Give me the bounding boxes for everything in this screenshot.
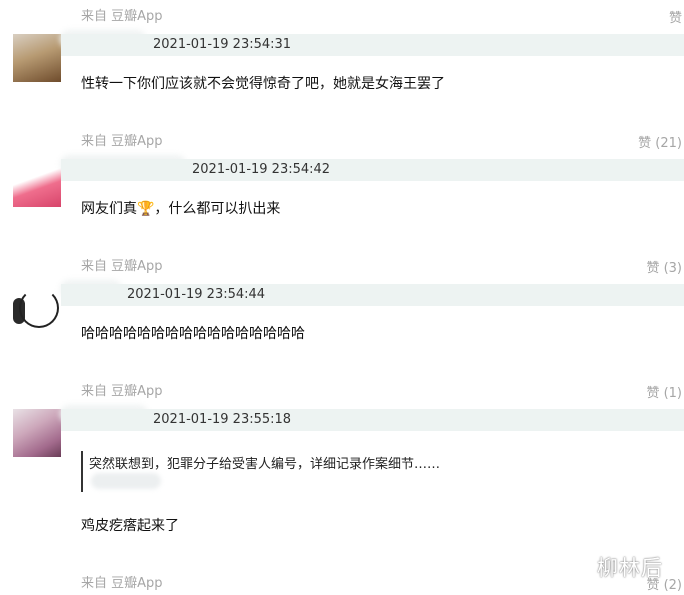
comment-timestamp: 2021-01-19 23:54:44	[127, 287, 266, 302]
quoted-comment: 突然联想到，犯罪分子给受害人编号，详细记录作案细节……	[81, 451, 441, 492]
quoted-text: 突然联想到，犯罪分子给受害人编号，详细记录作案细节……	[89, 457, 441, 472]
like-button[interactable]: 赞	[669, 7, 682, 26]
comment-timestamp: 2021-01-19 23:54:31	[153, 37, 292, 52]
source-label: 来自 豆瓣App	[81, 576, 163, 591]
avatar[interactable]	[13, 34, 61, 82]
avatar[interactable]	[13, 284, 61, 332]
comment-header-bar: 2021-01-19 23:55:18	[61, 409, 684, 431]
source-label: 来自 豆瓣App	[81, 9, 163, 24]
comment-text: 网友们真🏆，什么都可以扒出来	[81, 201, 281, 217]
comment-header-bar: 2021-01-19 23:54:42	[61, 159, 684, 181]
watermark: 柳林后	[597, 556, 663, 580]
comment-timestamp: 2021-01-19 23:55:18	[153, 412, 292, 427]
comment-header-bar: 2021-01-19 23:54:44	[61, 284, 684, 306]
avatar[interactable]	[13, 409, 61, 457]
source-label: 来自 豆瓣App	[81, 384, 163, 399]
like-button[interactable]: 赞 (3)	[646, 257, 682, 276]
comment-text: 性转一下你们应该就不会觉得惊奇了吧，她就是女海王罢了	[81, 76, 445, 92]
comment-text: 鸡皮疙瘩起来了	[81, 518, 179, 534]
like-button[interactable]: 赞 (21)	[638, 132, 682, 151]
source-label: 来自 豆瓣App	[81, 134, 163, 149]
blurred-quote-author	[91, 473, 161, 489]
comment-text: 哈哈哈哈哈哈哈哈哈哈哈哈哈哈哈哈	[81, 326, 305, 342]
comment-timestamp: 2021-01-19 23:54:42	[192, 162, 331, 177]
avatar[interactable]	[13, 159, 61, 207]
source-label: 来自 豆瓣App	[81, 259, 163, 274]
like-button[interactable]: 赞 (1)	[646, 382, 682, 401]
comment-header-bar: 2021-01-19 23:54:31	[61, 34, 684, 56]
